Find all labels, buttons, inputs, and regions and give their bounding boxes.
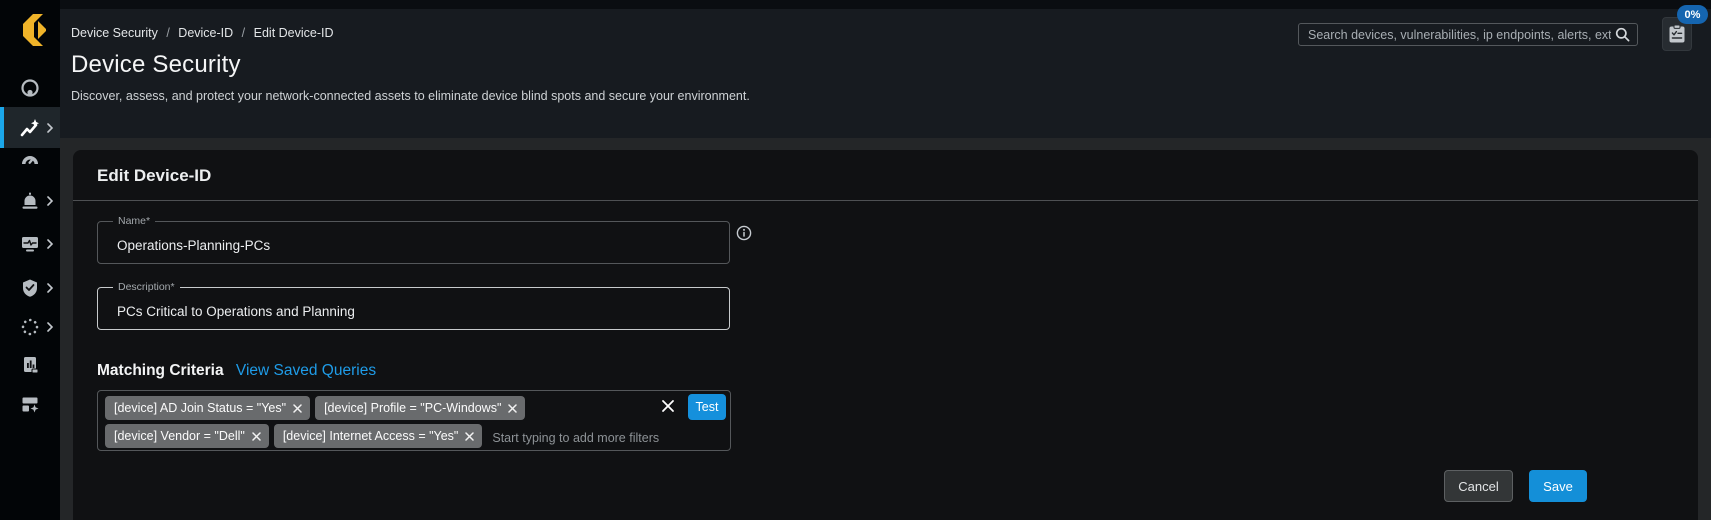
chevron-right-icon bbox=[47, 122, 54, 133]
chip-close-icon[interactable] bbox=[465, 431, 475, 441]
sidebar-item-report[interactable] bbox=[0, 345, 60, 385]
page-header: Device Security / Device-ID / Edit Devic… bbox=[60, 5, 1711, 138]
description-field: Description* bbox=[97, 281, 730, 330]
filter-chip-label: [device] AD Join Status = "Yes" bbox=[114, 401, 287, 415]
info-icon[interactable] bbox=[736, 225, 752, 241]
sidebar-item-alarm[interactable] bbox=[0, 181, 60, 221]
chip-close-icon[interactable] bbox=[508, 403, 518, 413]
filter-chip[interactable]: [device] AD Join Status = "Yes" bbox=[105, 396, 311, 420]
add-filter-input[interactable] bbox=[486, 425, 697, 450]
edit-device-id-panel: Edit Device-ID Name* Description* Matchi… bbox=[73, 150, 1698, 520]
app-logo[interactable] bbox=[12, 12, 48, 48]
chip-close-icon[interactable] bbox=[252, 431, 261, 441]
chevron-right-icon bbox=[47, 283, 54, 293]
breadcrumb-device-security[interactable]: Device Security bbox=[71, 26, 158, 40]
filter-chip[interactable]: [device] Vendor = "Dell" bbox=[105, 424, 269, 448]
chip-close-icon[interactable] bbox=[293, 403, 302, 413]
main-content: Edit Device-ID Name* Description* Matchi… bbox=[60, 138, 1711, 520]
sidebar-item-blocks[interactable] bbox=[0, 384, 60, 424]
clear-filters-icon[interactable] bbox=[661, 399, 675, 413]
filter-builder: [device] AD Join Status = "Yes" [device]… bbox=[97, 390, 731, 451]
clipboard-check-icon bbox=[1669, 24, 1685, 43]
name-input[interactable] bbox=[98, 222, 729, 263]
description-input[interactable] bbox=[98, 288, 729, 329]
breadcrumb-separator: / bbox=[241, 26, 246, 40]
sidebar-item-shield[interactable] bbox=[0, 268, 60, 308]
breadcrumb: Device Security / Device-ID / Edit Devic… bbox=[71, 26, 334, 40]
search-input[interactable] bbox=[1299, 27, 1615, 42]
progress-badge: 0% bbox=[1677, 5, 1708, 24]
filter-chip-label: [device] Vendor = "Dell" bbox=[114, 429, 245, 443]
alarm-icon bbox=[22, 192, 38, 209]
breadcrumb-separator: / bbox=[166, 26, 170, 40]
matching-criteria-row: Matching Criteria View Saved Queries bbox=[97, 362, 376, 380]
logo-icon bbox=[23, 14, 46, 46]
report-icon bbox=[24, 357, 39, 374]
global-search bbox=[1298, 23, 1638, 46]
sidebar-item-monitor[interactable] bbox=[0, 224, 60, 264]
dotted-circle-icon bbox=[21, 318, 39, 336]
panel-title: Edit Device-ID bbox=[97, 166, 212, 185]
panel-actions: Cancel Save bbox=[73, 470, 1698, 502]
page-subtitle: Discover, assess, and protect your netwo… bbox=[71, 89, 750, 103]
cancel-button[interactable]: Cancel bbox=[1444, 470, 1513, 502]
shield-check-icon bbox=[23, 279, 37, 297]
route-icon bbox=[20, 118, 39, 136]
divider bbox=[73, 200, 1698, 201]
matching-criteria-label: Matching Criteria bbox=[97, 362, 224, 379]
sidebar-item-dotted-circle[interactable] bbox=[0, 307, 60, 347]
target-icon bbox=[21, 79, 39, 97]
chevron-right-icon bbox=[47, 239, 54, 249]
view-saved-queries-link[interactable]: View Saved Queries bbox=[236, 362, 376, 379]
filter-chip[interactable]: [device] Profile = "PC-Windows" bbox=[315, 396, 526, 420]
chevron-right-icon bbox=[47, 322, 54, 332]
sidebar-item-target[interactable] bbox=[0, 68, 60, 108]
name-field: Name* bbox=[97, 215, 730, 264]
window-top-strip bbox=[60, 0, 1711, 9]
filter-chip-label: [device] Profile = "PC-Windows" bbox=[324, 401, 502, 415]
breadcrumb-device-id[interactable]: Device-ID bbox=[178, 26, 233, 40]
page-title: Device Security bbox=[71, 51, 241, 78]
search-icon[interactable] bbox=[1615, 27, 1630, 42]
chevron-right-icon bbox=[47, 196, 54, 206]
monitor-pulse-icon bbox=[22, 237, 38, 252]
gauge-icon bbox=[22, 156, 38, 164]
sidebar-item-gauge[interactable] bbox=[0, 141, 60, 181]
sidebar bbox=[0, 0, 60, 520]
filter-chip[interactable]: [device] Internet Access = "Yes" bbox=[273, 424, 483, 448]
blocks-sparkle-icon bbox=[22, 397, 39, 413]
breadcrumb-edit-device-id[interactable]: Edit Device-ID bbox=[254, 26, 334, 40]
filter-chip-label: [device] Internet Access = "Yes" bbox=[282, 429, 459, 443]
test-button[interactable]: Test bbox=[688, 394, 726, 420]
filter-chips: [device] AD Join Status = "Yes" [device]… bbox=[104, 395, 724, 451]
save-button[interactable]: Save bbox=[1529, 470, 1587, 502]
